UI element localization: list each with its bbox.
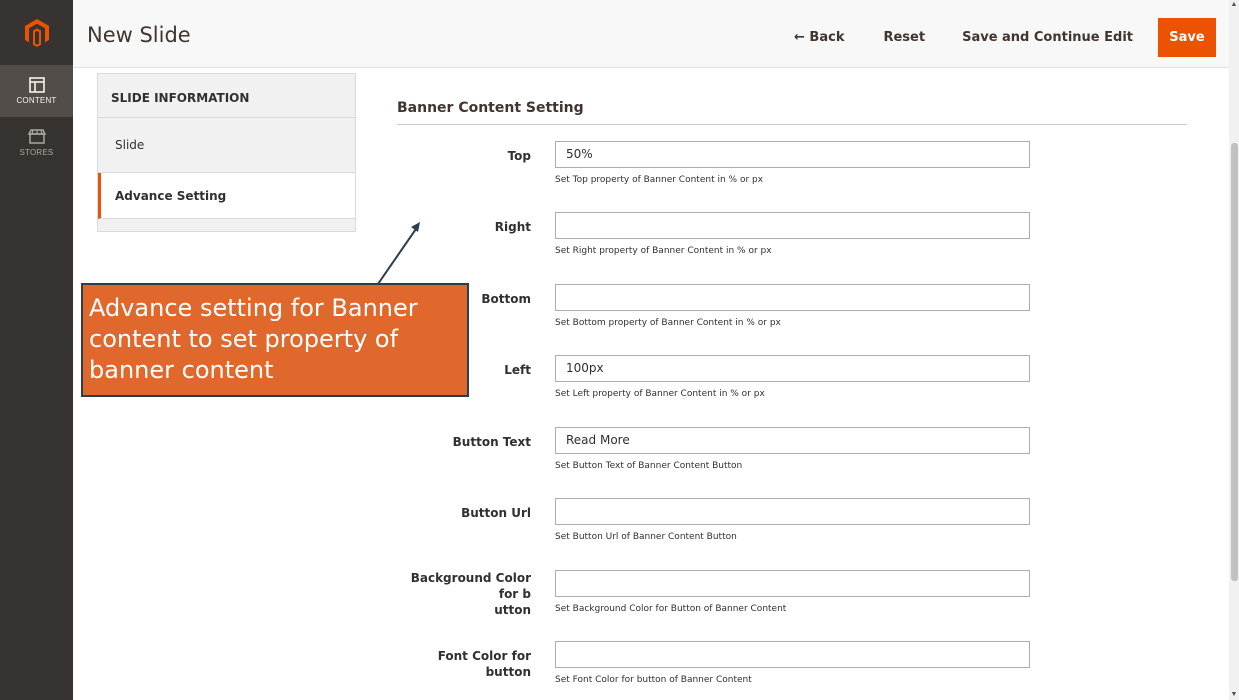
field-font-color: Font Color for button Set Font Color for…	[380, 641, 1080, 691]
field-background-color: Background Color for b utton Set Backgrou…	[380, 570, 1080, 620]
field-note: Set Bottom property of Banner Content in…	[555, 318, 781, 328]
field-label: Button Url	[461, 506, 531, 520]
field-right: Right Set Right property of Banner Conte…	[380, 212, 1080, 262]
button-text-input[interactable]: Read More	[555, 427, 1030, 454]
bottom-input[interactable]	[555, 284, 1030, 311]
field-label: Top	[507, 149, 531, 163]
section-divider	[397, 124, 1187, 125]
left-input[interactable]: 100px	[555, 355, 1030, 382]
page-actions: ← Back Reset Save and Continue Edit Save	[794, 18, 1229, 57]
background-color-input[interactable]	[555, 570, 1030, 597]
button-url-input[interactable]	[555, 498, 1030, 525]
right-input[interactable]	[555, 212, 1030, 239]
tab-advance-setting[interactable]: Advance Setting	[98, 173, 355, 219]
font-color-input[interactable]	[555, 641, 1030, 668]
scroll-thumb[interactable]	[1231, 143, 1238, 581]
field-note: Set Font Color for button of Banner Cont…	[555, 675, 752, 685]
tab-slide[interactable]: Slide	[98, 118, 355, 173]
field-note: Set Right property of Banner Content in …	[555, 246, 772, 256]
page-title: New Slide	[87, 23, 191, 47]
annotation-callout: Advance setting for Banner content to se…	[81, 283, 469, 397]
field-left: Left 100px Set Left property of Banner C…	[380, 355, 1080, 405]
scroll-up-icon[interactable]: ▲	[1229, 0, 1239, 10]
stores-icon	[27, 129, 46, 144]
menu-item-content[interactable]: CONTENT	[0, 65, 73, 117]
field-note: Set Background Color for Button of Banne…	[555, 604, 787, 614]
save-button[interactable]: Save	[1158, 18, 1216, 57]
field-label: Button Text	[452, 435, 531, 449]
field-note: Set Left property of Banner Content in %…	[555, 389, 765, 399]
admin-menu: CONTENT STORES	[0, 0, 73, 700]
tabs-title: SLIDE INFORMATION	[98, 74, 355, 118]
back-button[interactable]: ← Back	[794, 30, 844, 45]
field-top: Top 50% Set Top property of Banner Conte…	[380, 141, 1080, 191]
field-label: Font Color for button	[437, 649, 531, 679]
field-bottom: Bottom Set Bottom property of Banner Con…	[380, 284, 1080, 334]
field-button-text: Button Text Read More Set Button Text of…	[380, 427, 1080, 477]
field-button-url: Button Url Set Button Url of Banner Cont…	[380, 498, 1080, 548]
save-and-continue-button[interactable]: Save and Continue Edit	[962, 30, 1133, 45]
page-header: New Slide ← Back Reset Save and Continue…	[73, 0, 1229, 68]
menu-item-stores[interactable]: STORES	[0, 117, 73, 169]
field-note: Set Button Text of Banner Content Button	[555, 461, 743, 471]
field-note: Set Top property of Banner Content in % …	[555, 175, 764, 185]
menu-item-label: STORES	[19, 148, 54, 157]
reset-button[interactable]: Reset	[883, 30, 925, 45]
scrollbar[interactable]: ▲ ▼	[1229, 0, 1239, 700]
top-input[interactable]: 50%	[555, 141, 1030, 168]
field-note: Set Button Url of Banner Content Button	[555, 532, 737, 542]
field-label-line: utton	[494, 603, 531, 617]
side-tabs: SLIDE INFORMATION Slide Advance Setting	[97, 73, 356, 232]
logo[interactable]	[0, 0, 73, 65]
magento-logo-icon	[24, 18, 49, 47]
scroll-down-icon[interactable]: ▼	[1229, 690, 1239, 700]
section-title: Banner Content Setting	[397, 100, 584, 116]
field-label: Background Color for b utton	[391, 570, 531, 618]
annotation-arrow	[377, 222, 420, 285]
field-label-line: Background Color for b	[410, 571, 531, 601]
menu-item-label: CONTENT	[16, 96, 57, 105]
content-icon	[28, 77, 45, 93]
